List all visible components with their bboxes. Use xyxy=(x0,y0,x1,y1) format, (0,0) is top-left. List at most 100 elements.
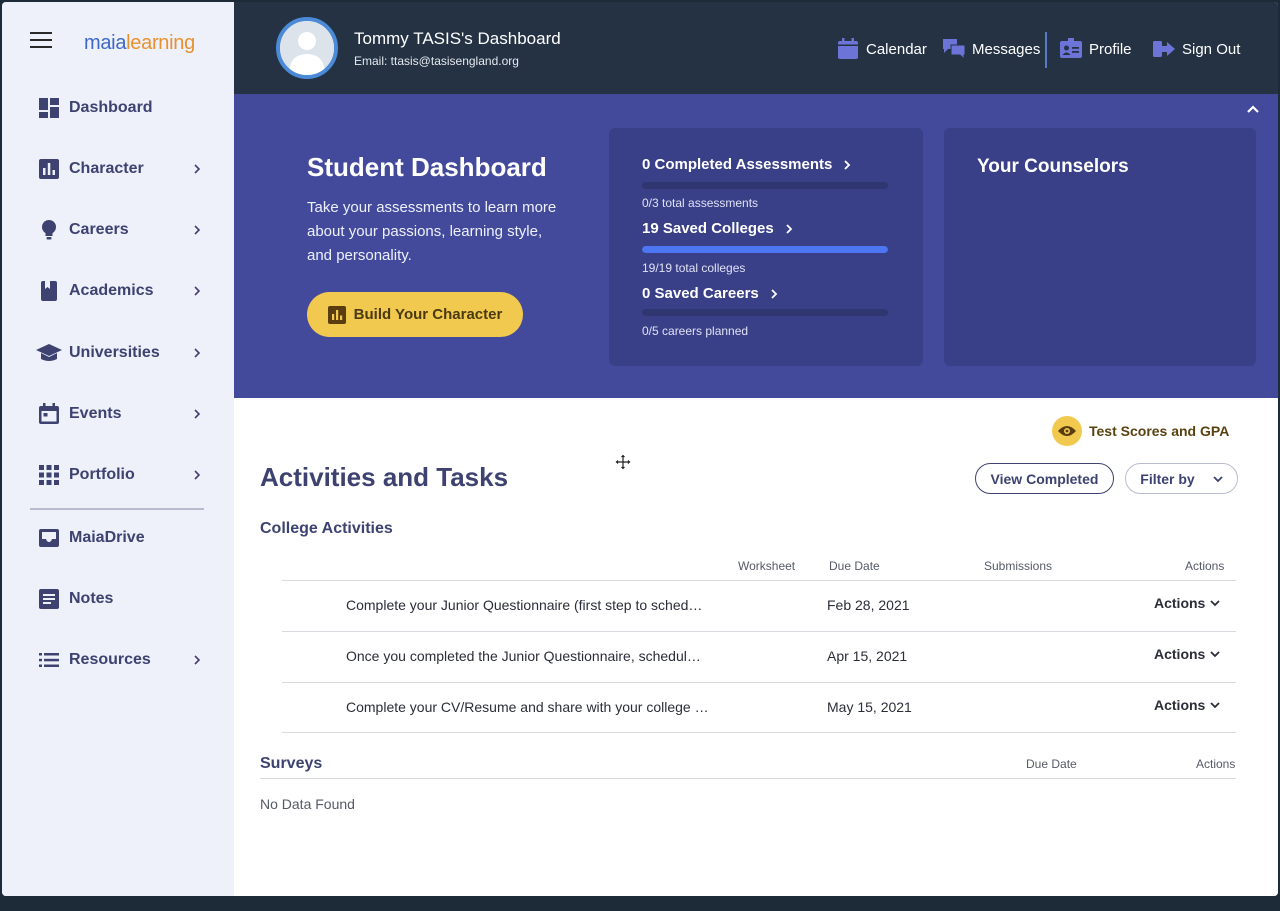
sidebar-item-label: Universities xyxy=(69,344,160,361)
stat-saved-colleges: 19 Saved Colleges xyxy=(642,220,794,237)
bar-chart-icon xyxy=(327,305,346,324)
sidebar-item-careers[interactable]: Careers xyxy=(2,208,234,252)
sidebar-item-notes[interactable]: Notes xyxy=(2,577,234,621)
chevron-right-icon xyxy=(194,286,201,296)
colleges-progress-text: 19/19 total colleges xyxy=(642,261,746,275)
graduation-cap-icon xyxy=(35,342,63,364)
chevron-up-icon[interactable] xyxy=(1246,102,1260,116)
sidebar-item-label: Character xyxy=(69,160,144,177)
calendar-icon xyxy=(836,37,860,61)
chevron-right-icon xyxy=(194,409,201,419)
table-divider xyxy=(282,732,1236,733)
user-silhouette-icon xyxy=(280,21,334,75)
profile-link[interactable]: Profile xyxy=(1059,36,1132,62)
counselors-title: Your Counselors xyxy=(977,156,1129,177)
task-due-date: Apr 15, 2021 xyxy=(827,648,908,664)
activities-title: Activities and Tasks xyxy=(260,462,509,492)
sidebar-item-events[interactable]: Events xyxy=(2,392,234,436)
eye-icon xyxy=(1052,416,1082,446)
saved-careers-link[interactable]: 0 Saved Careers xyxy=(642,285,779,302)
maialearning-logo[interactable]: maialearning xyxy=(84,32,195,55)
hamburger-menu-icon[interactable] xyxy=(30,32,52,50)
chevron-right-icon xyxy=(194,225,201,235)
chevron-right-icon xyxy=(194,470,201,480)
task-actions-dropdown[interactable]: Actions xyxy=(1154,646,1220,662)
sidebar-item-universities[interactable]: Universities xyxy=(2,331,234,375)
sidebar-item-label: Dashboard xyxy=(69,99,153,116)
note-icon xyxy=(38,588,60,610)
sidebar-item-label: Notes xyxy=(69,590,114,607)
surveys-title: Surveys xyxy=(260,755,323,772)
sidebar-item-dashboard[interactable]: Dashboard xyxy=(2,86,234,130)
dashboard-owner-title: Tommy TASIS's Dashboard xyxy=(354,29,561,48)
sign-out-link[interactable]: Sign Out xyxy=(1152,36,1240,62)
app-window: maialearning Dashboard Character Careers xyxy=(2,2,1278,896)
task-name[interactable]: Once you completed the Junior Questionna… xyxy=(346,648,701,664)
chevron-right-icon xyxy=(786,223,793,234)
chat-bubbles-icon xyxy=(942,37,966,61)
sidebar-item-portfolio[interactable]: Portfolio xyxy=(2,453,234,497)
careers-progress-bar xyxy=(642,309,888,316)
chevron-down-icon xyxy=(1213,475,1223,482)
chevron-down-icon xyxy=(1210,600,1220,607)
counselors-card: Your Counselors xyxy=(944,128,1256,366)
stat-completed-assessments: 0 Completed Assessments xyxy=(642,156,852,173)
chevron-right-icon xyxy=(844,159,851,170)
assessments-progress-bar xyxy=(642,182,888,189)
sidebar: maialearning Dashboard Character Careers xyxy=(2,2,234,896)
table-row[interactable]: Once you completed the Junior Questionna… xyxy=(282,632,1236,682)
bar-chart-icon xyxy=(38,158,60,180)
filter-by-dropdown[interactable]: Filter by xyxy=(1125,463,1238,494)
header-divider xyxy=(1045,32,1047,68)
task-due-date: May 15, 2021 xyxy=(827,699,912,715)
colleges-progress-bar xyxy=(642,246,888,253)
sidebar-item-label: Portfolio xyxy=(69,466,135,483)
task-due-date: Feb 28, 2021 xyxy=(827,597,910,613)
stat-saved-careers: 0 Saved Careers xyxy=(642,285,779,302)
sidebar-item-maiadrive[interactable]: MaiaDrive xyxy=(2,516,234,560)
table-divider xyxy=(260,778,1236,779)
build-your-character-button[interactable]: Build Your Character xyxy=(307,292,523,337)
sidebar-item-label: MaiaDrive xyxy=(69,529,145,546)
completed-assessments-link[interactable]: 0 Completed Assessments xyxy=(642,156,852,173)
test-scores-gpa-toggle[interactable]: Test Scores and GPA xyxy=(1052,416,1229,446)
column-header-due-date: Due Date xyxy=(829,559,880,573)
column-header-actions: Actions xyxy=(1196,757,1236,771)
sidebar-item-resources[interactable]: Resources xyxy=(2,638,234,682)
inbox-icon xyxy=(38,527,60,549)
chevron-down-icon xyxy=(1210,651,1220,658)
list-icon xyxy=(38,649,60,671)
task-name[interactable]: Complete your CV/Resume and share with y… xyxy=(346,699,709,715)
column-header-due-date: Due Date xyxy=(1026,757,1077,771)
college-activities-title: College Activities xyxy=(260,520,393,537)
task-name[interactable]: Complete your Junior Questionnaire (firs… xyxy=(346,597,702,613)
chevron-right-icon xyxy=(194,348,201,358)
top-header: Tommy TASIS's Dashboard Email: ttasis@ta… xyxy=(234,2,1278,94)
chevron-right-icon xyxy=(771,288,778,299)
banner-title: Student Dashboard xyxy=(307,152,547,182)
assessments-progress-text: 0/3 total assessments xyxy=(642,196,759,210)
column-header-submissions: Submissions xyxy=(984,559,1053,573)
chevron-right-icon xyxy=(194,655,201,665)
saved-colleges-link[interactable]: 19 Saved Colleges xyxy=(642,220,794,237)
task-actions-dropdown[interactable]: Actions xyxy=(1154,697,1220,713)
sidebar-item-character[interactable]: Character xyxy=(2,147,234,191)
book-icon xyxy=(38,280,60,302)
calendar-link[interactable]: Calendar xyxy=(836,36,927,62)
chevron-down-icon xyxy=(1210,702,1220,709)
student-dashboard-banner: Student Dashboard Take your assessments … xyxy=(234,94,1278,398)
sign-out-icon xyxy=(1152,37,1176,61)
calendar-icon xyxy=(38,403,60,425)
avatar[interactable] xyxy=(276,17,338,79)
table-row[interactable]: Complete your Junior Questionnaire (firs… xyxy=(282,581,1236,631)
task-actions-dropdown[interactable]: Actions xyxy=(1154,595,1220,611)
move-cursor-icon xyxy=(614,453,632,471)
grid-icon xyxy=(38,464,60,486)
sidebar-item-academics[interactable]: Academics xyxy=(2,269,234,313)
table-row[interactable]: Complete your CV/Resume and share with y… xyxy=(282,683,1236,733)
view-completed-button[interactable]: View Completed xyxy=(975,463,1114,494)
messages-link[interactable]: Messages xyxy=(942,36,1040,62)
id-card-icon xyxy=(1059,37,1083,61)
sidebar-divider xyxy=(30,508,204,510)
sidebar-item-label: Careers xyxy=(69,221,129,238)
